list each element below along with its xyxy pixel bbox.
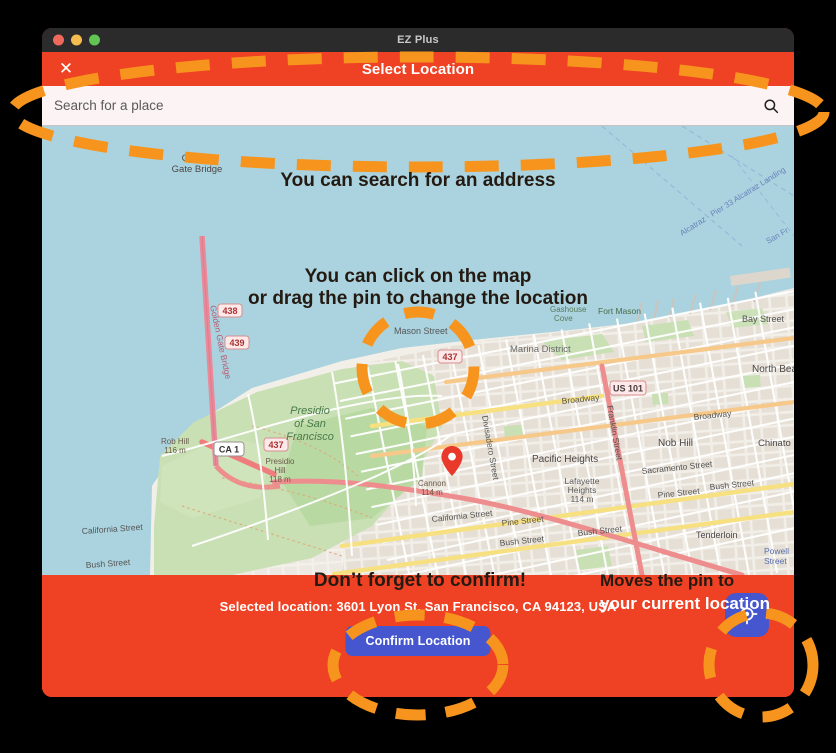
app-window: EZ Plus ✕ Select Location Search for a p… [42,28,794,697]
svg-text:437: 437 [442,352,457,362]
search-bar [42,86,794,126]
close-icon[interactable]: ✕ [55,58,77,80]
svg-text:Street: Street [764,556,787,566]
map-canvas[interactable]: US 101 437 438 439 437 CA 1 Golden Gate … [42,126,794,575]
selected-location-text: Selected location: 3601 Lyon St, San Fra… [219,599,617,614]
search-icon[interactable] [762,97,780,115]
app-header: ✕ Select Location [42,52,794,86]
svg-text:Nob Hill: Nob Hill [658,438,693,449]
svg-text:Cove: Cove [554,314,573,323]
svg-text:114 m: 114 m [571,494,594,504]
close-window-icon[interactable] [53,34,64,46]
svg-text:Cannon: Cannon [418,479,446,488]
svg-text:Presidio: Presidio [290,405,330,417]
svg-text:Gate Bridge: Gate Bridge [172,164,223,175]
svg-text:CA 1: CA 1 [219,445,239,455]
svg-text:437: 437 [268,440,283,450]
footer-bar: Selected location: 3601 Lyon St, San Fra… [42,575,794,697]
svg-text:US 101: US 101 [613,384,643,394]
page-title: Select Location [361,60,475,78]
svg-text:116 m: 116 m [164,446,186,455]
zoom-window-icon[interactable] [89,34,100,46]
svg-text:114 m: 114 m [421,488,443,497]
svg-text:Mason Street: Mason Street [394,326,448,336]
svg-text:Pacific Heights: Pacific Heights [532,454,598,465]
svg-text:Golden: Golden [182,153,213,164]
svg-text:Chinato: Chinato [758,438,791,449]
svg-text:Hill: Hill [274,466,285,475]
svg-text:118 m: 118 m [269,475,291,484]
window-titlebar: EZ Plus [42,28,794,52]
svg-text:of San: of San [294,418,326,430]
svg-text:439: 439 [229,338,244,348]
my-location-button[interactable] [725,593,769,637]
minimize-window-icon[interactable] [71,34,82,46]
window-title: EZ Plus [397,34,439,46]
location-pin-icon[interactable] [441,446,463,476]
traffic-light-group [53,34,100,46]
confirm-location-button[interactable]: Confirm Location [345,626,491,656]
svg-text:438: 438 [222,306,237,316]
svg-text:Bay Street: Bay Street [742,314,785,324]
svg-text:Presidio: Presidio [266,457,295,466]
svg-text:Francisco: Francisco [286,431,334,443]
svg-text:Gashouse: Gashouse [550,305,587,314]
svg-text:Fort Mason: Fort Mason [598,306,641,316]
svg-text:Powell: Powell [764,546,789,556]
my-location-icon [736,603,758,628]
screenshot-root: EZ Plus ✕ Select Location Search for a p… [0,0,836,753]
search-input[interactable] [54,98,754,113]
map-tiles: US 101 437 438 439 437 CA 1 Golden Gate … [42,126,794,575]
svg-text:Tenderloin: Tenderloin [696,530,738,540]
svg-text:Marina District: Marina District [510,344,571,355]
svg-text:North Beach: North Beach [752,364,794,375]
svg-text:Rob Hill: Rob Hill [161,437,189,446]
